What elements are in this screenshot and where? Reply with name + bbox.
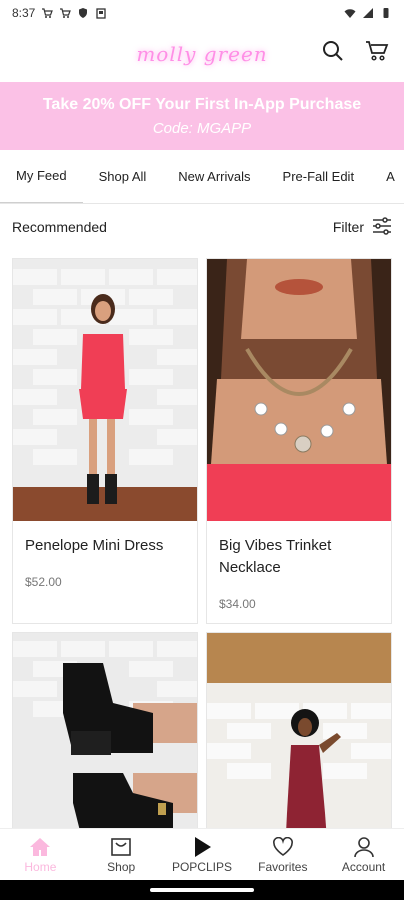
wifi-icon <box>344 7 356 19</box>
tab-pre-fall-edit[interactable]: Pre-Fall Edit <box>267 150 371 203</box>
promo-code: Code: MGAPP <box>152 120 252 137</box>
shield-icon <box>77 7 89 19</box>
home-icon <box>29 836 51 858</box>
product-name[interactable]: Big Vibes Trinket Necklace <box>219 535 379 579</box>
section-title: Recommended <box>12 219 107 235</box>
status-left: 8:37 <box>12 6 107 20</box>
product-name[interactable]: Penelope Mini Dress <box>25 535 185 557</box>
product-grid: Penelope Mini Dress $52.00 Big Vibes Tri… <box>12 258 392 896</box>
nav-home[interactable]: Home <box>0 829 81 880</box>
filter-label: Filter <box>332 219 364 235</box>
nav-favorites[interactable]: Favorites <box>242 829 323 880</box>
play-icon <box>191 836 213 858</box>
nav-account-label: Account <box>341 859 386 874</box>
nav-popclips[interactable]: POPCLIPS <box>162 829 243 880</box>
shopping-cart-notification-icon <box>59 7 72 19</box>
nav-shop[interactable]: Shop <box>81 829 162 880</box>
promo-banner[interactable]: Take 20% OFF Your First In-App Purchase … <box>0 82 404 150</box>
status-time: 8:37 <box>12 6 36 20</box>
nav-home-label: Home <box>24 859 57 874</box>
header-actions <box>320 38 390 64</box>
filter-button[interactable]: Filter <box>332 216 392 238</box>
bottom-nav: Home Shop POPCLIPS Favorites Account <box>0 828 404 880</box>
app-header: molly green <box>0 26 404 82</box>
promo-title: Take 20% OFF Your First In-App Purchase <box>42 96 362 113</box>
cart-icon[interactable] <box>364 38 390 64</box>
product-card[interactable]: Big Vibes Trinket Necklace $34.00 <box>206 258 392 624</box>
product-image[interactable] <box>207 259 391 521</box>
signal-icon <box>362 7 374 19</box>
sliders-icon <box>372 216 392 238</box>
user-icon <box>353 836 375 858</box>
product-info: Big Vibes Trinket Necklace $34.00 <box>207 521 391 623</box>
status-right <box>344 7 392 19</box>
clipboard-icon <box>95 7 107 19</box>
product-card[interactable]: Penelope Mini Dress $52.00 <box>12 258 198 624</box>
status-bar: 8:37 <box>0 0 404 26</box>
tab-my-feed[interactable]: My Feed <box>0 150 83 203</box>
search-icon[interactable] <box>320 38 346 64</box>
product-price: $52.00 <box>25 575 62 589</box>
product-price: $34.00 <box>219 597 256 611</box>
section-header: Recommended Filter <box>0 206 404 248</box>
shopping-bag-icon <box>110 836 132 858</box>
tab-truncated[interactable]: A <box>370 150 404 203</box>
battery-icon <box>380 7 392 19</box>
gesture-bar[interactable] <box>0 880 404 900</box>
product-image[interactable] <box>13 259 197 521</box>
product-info: Penelope Mini Dress $52.00 <box>13 521 197 623</box>
tab-shop-all[interactable]: Shop All <box>83 150 163 203</box>
nav-popclips-label: POPCLIPS <box>171 859 232 874</box>
nav-favorites-label: Favorites <box>258 859 308 874</box>
shopping-cart-notification-icon <box>41 7 54 19</box>
nav-account[interactable]: Account <box>323 829 404 880</box>
category-tabs: My Feed Shop All New Arrivals Pre-Fall E… <box>0 150 404 204</box>
heart-icon <box>272 836 294 858</box>
nav-shop-label: Shop <box>107 859 136 874</box>
brand-logo[interactable]: molly green <box>136 42 267 66</box>
tab-new-arrivals[interactable]: New Arrivals <box>162 150 266 203</box>
